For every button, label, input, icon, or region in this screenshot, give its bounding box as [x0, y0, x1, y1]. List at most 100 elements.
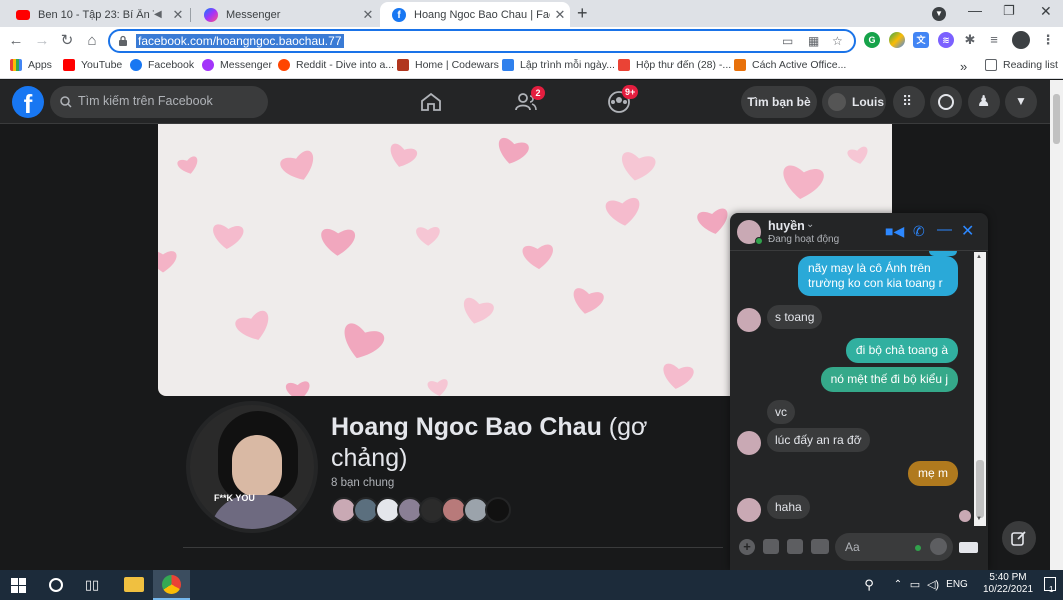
address-bar[interactable]: facebook.com/hoangngoc.baochau.77 ▭ ▦ ☆ [108, 29, 856, 53]
home-icon[interactable]: ⌂ [82, 31, 102, 51]
scrollbar-thumb[interactable] [1053, 94, 1060, 144]
plus-icon[interactable]: + [739, 539, 755, 555]
network-icon[interactable]: ▭ [908, 575, 922, 595]
google-translate-icon[interactable]: 文 [913, 32, 929, 48]
find-friends-button[interactable]: Tìm bạn bè [741, 86, 817, 118]
facebook-icon: f [392, 7, 406, 22]
bookmark-gmail[interactable]: Hộp thư đến (28) -... [618, 59, 731, 71]
restore-icon[interactable]: ❐ [1003, 3, 1015, 19]
file-explorer-icon[interactable] [124, 577, 144, 592]
cast-icon[interactable]: ▭ [782, 34, 793, 48]
friend-avatar[interactable] [485, 497, 511, 523]
chat-scrollbar-thumb[interactable] [976, 460, 984, 518]
extensions-puzzle-icon[interactable]: ✱ [962, 32, 978, 48]
mute-icon[interactable]: ◀ [154, 9, 168, 20]
bookmark-reddit[interactable]: Reddit - Dive into a... [278, 59, 394, 71]
minimize-chat-icon[interactable]: — [937, 221, 952, 238]
gif-icon[interactable] [811, 539, 829, 554]
profile-avatar[interactable] [1012, 31, 1030, 49]
bookmark-youtube[interactable]: YouTube [63, 59, 122, 71]
close-chat-icon[interactable]: ✕ [961, 221, 974, 241]
send-like-icon[interactable] [959, 542, 978, 553]
profile-main-name: Hoang Ngoc Bao Chau [331, 413, 602, 441]
google-drive-icon[interactable] [889, 32, 905, 48]
language-indicator[interactable]: ENG [945, 575, 969, 595]
notifications-button[interactable]: ♟ [968, 86, 1000, 118]
heart-shape [663, 363, 694, 389]
windows-start-icon[interactable] [11, 578, 26, 593]
emoji-icon[interactable] [930, 538, 947, 555]
close-tab-icon[interactable]: ✕ [168, 7, 188, 23]
message-outgoing[interactable]: nãy may là cô Ánh trên trường ko con kia… [798, 256, 958, 296]
media-control-icon[interactable]: ≡ [986, 32, 1002, 48]
bookmark-lap-trinh[interactable]: Lập trình mỗi ngày... [502, 59, 615, 71]
messenger-button[interactable] [930, 86, 962, 118]
task-view-icon[interactable]: ▯▯ [84, 575, 100, 595]
extension-grammarly-icon[interactable]: G [864, 32, 880, 48]
bookmark-facebook[interactable]: Facebook [130, 59, 194, 71]
message-incoming[interactable]: haha [767, 495, 810, 519]
chat-contact-name[interactable]: huyền [768, 219, 805, 233]
tab-messenger[interactable]: Messenger ✕ [192, 2, 378, 27]
message-incoming[interactable]: lúc đấy an ra đỡ [767, 428, 870, 452]
show-hidden-icons[interactable]: ⌃ [892, 575, 904, 595]
chat-scrollbar[interactable]: ▲ ▼ [974, 252, 986, 526]
new-tab-button[interactable]: + [577, 3, 588, 24]
tab-youtube[interactable]: Ben 10 - Tập 23: Bí Ẩn Tam G ◀ ✕ [4, 2, 188, 27]
facebook-search-input[interactable]: Tìm kiếm trên Facebook [50, 86, 268, 118]
tab-search-icon[interactable]: ▼ [932, 7, 946, 21]
bookmark-messenger[interactable]: Messenger [202, 59, 272, 71]
groups-badge: 9+ [622, 85, 639, 99]
minimize-icon[interactable]: — [968, 2, 982, 18]
chat-window: huyền ⌄ Đang hoạt động ■◀ ✆ — ✕ nãy may … [730, 213, 988, 570]
message-incoming[interactable]: vc [767, 400, 795, 424]
scroll-down-arrow-icon[interactable]: ▼ [976, 516, 982, 522]
chrome-menu-icon[interactable]: ⋮ [1040, 32, 1056, 48]
home-icon[interactable] [420, 92, 442, 112]
extension-icon[interactable]: ≋ [938, 32, 954, 48]
image-icon[interactable] [763, 539, 779, 554]
new-message-button[interactable] [1002, 521, 1036, 555]
reload-icon[interactable]: ↻ [57, 31, 77, 51]
search-icon [60, 96, 72, 108]
profile-shortcut[interactable]: Louis [822, 86, 886, 118]
clock[interactable]: 5:40 PM 10/22/2021 [980, 572, 1036, 596]
bookmark-star-icon[interactable]: ☆ [832, 34, 843, 48]
reading-list-button[interactable]: Reading list [985, 59, 1058, 71]
account-menu-button[interactable]: ▼ [1005, 86, 1037, 118]
tab-facebook-profile[interactable]: f Hoang Ngoc Bao Chau | Faceboo ✕ [380, 2, 570, 27]
message-outgoing[interactable]: mẹ m [908, 461, 958, 486]
back-icon[interactable]: ← [6, 31, 26, 51]
message-incoming[interactable]: s toang [767, 305, 823, 329]
chevron-down-icon[interactable]: ⌄ [806, 219, 814, 230]
messenger-icon [938, 94, 954, 110]
bookmark-codewars[interactable]: Home | Codewars [397, 59, 499, 71]
message-outgoing[interactable]: nó mệt thế đi bộ kiểu j [820, 367, 958, 392]
facebook-logo[interactable]: f [12, 86, 44, 119]
chat-header[interactable]: huyền ⌄ Đang hoạt động ■◀ ✆ — ✕ [730, 213, 988, 251]
search-icon[interactable] [49, 578, 63, 592]
url-text[interactable]: facebook.com/hoangngoc.baochau.77 [136, 34, 344, 48]
volume-icon[interactable]: ◁) [926, 575, 940, 595]
close-tab-icon[interactable]: ✕ [550, 7, 570, 23]
profile-avatar[interactable]: F**K YOU [186, 401, 318, 533]
qr-code-icon[interactable]: ▦ [808, 34, 819, 48]
more-bookmarks-button[interactable]: » [960, 59, 967, 74]
friends-badge: 2 [531, 86, 545, 100]
bookmark-office[interactable]: Cách Active Office... [734, 59, 846, 71]
scroll-up-arrow-icon[interactable]: ▲ [976, 254, 982, 260]
close-tab-icon[interactable]: ✕ [358, 7, 378, 23]
menu-button[interactable]: ⠿ [893, 86, 925, 118]
page-scrollbar[interactable] [1050, 80, 1063, 570]
video-call-icon[interactable]: ■◀ [885, 223, 904, 240]
forward-icon[interactable]: → [32, 31, 52, 51]
people-icon[interactable]: ⚲ [862, 575, 876, 595]
bookmark-apps[interactable]: Apps [10, 59, 52, 71]
mutual-friends-link[interactable]: 8 bạn chung [331, 477, 394, 489]
message-outgoing[interactable]: đi bộ chả toang à [845, 338, 958, 363]
sticker-icon[interactable] [787, 539, 803, 554]
message-input[interactable]: Aa [835, 533, 953, 561]
taskbar-chrome-active[interactable] [153, 570, 190, 600]
phone-call-icon[interactable]: ✆ [913, 223, 925, 240]
close-window-icon[interactable]: ✕ [1040, 3, 1052, 20]
